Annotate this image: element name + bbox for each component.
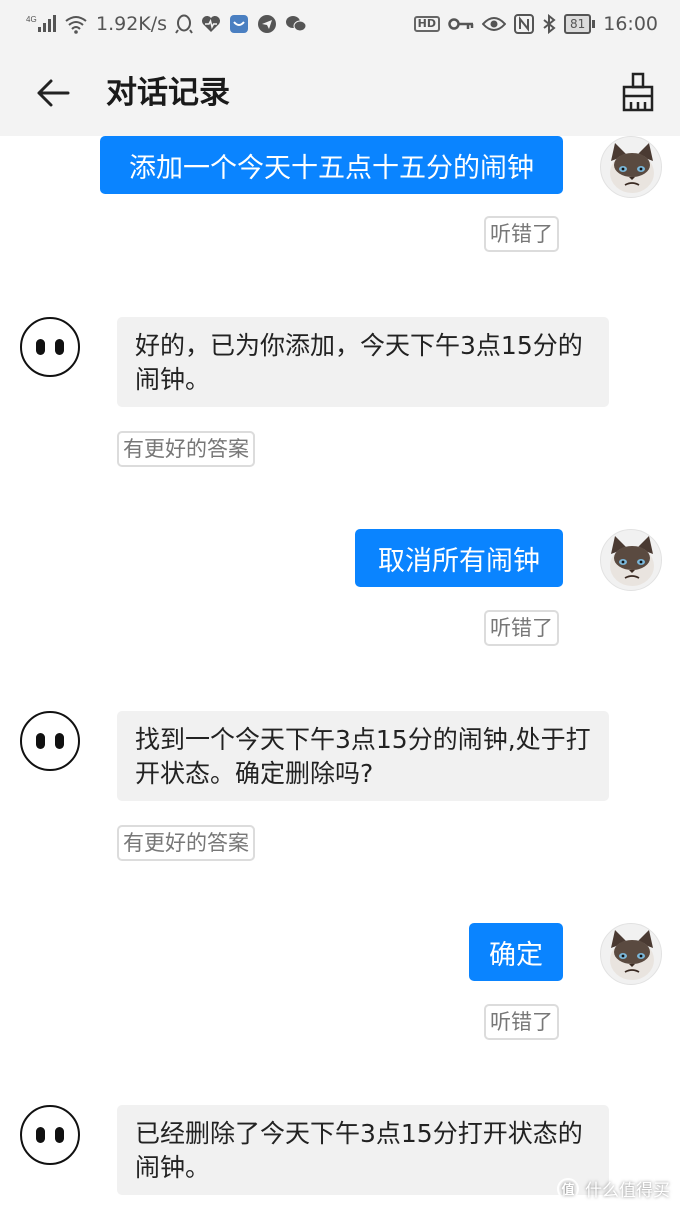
- wechat-icon: [285, 14, 307, 34]
- back-button[interactable]: [30, 70, 76, 116]
- user-avatar[interactable]: [600, 923, 662, 985]
- arrow-left-icon: [37, 79, 70, 107]
- battery-icon: 81: [563, 14, 596, 34]
- clock: 16:00: [603, 13, 658, 35]
- app-icon: [229, 14, 249, 34]
- battery-level: 81: [563, 14, 592, 34]
- assistant-message: 好的，已为你添加，今天下午3点15分的闹钟。: [117, 317, 609, 407]
- key-icon: [448, 17, 474, 31]
- feedback-better-answer-button[interactable]: 有更好的答案: [117, 431, 255, 467]
- status-bar-left: 4G 1.92K/s: [26, 13, 307, 35]
- feedback-misheard-button[interactable]: 听错了: [484, 216, 559, 252]
- feedback-misheard-button[interactable]: 听错了: [484, 610, 559, 646]
- heart-icon: [201, 15, 221, 33]
- watermark: 值 什么值得买: [557, 1176, 670, 1201]
- status-bar-right: HD 81 16:00: [413, 13, 658, 35]
- clear-history-button[interactable]: [618, 68, 658, 116]
- assistant-avatar: [20, 1105, 80, 1165]
- signal-icon: 4G: [26, 14, 56, 34]
- user-message[interactable]: 取消所有闹钟: [355, 529, 563, 587]
- assistant-message: 找到一个今天下午3点15分的闹钟,处于打开状态。确定删除吗?: [117, 711, 609, 801]
- status-bar: 4G 1.92K/s HD 81 16:00: [0, 0, 680, 48]
- user-message[interactable]: 确定: [469, 923, 563, 981]
- nfc-icon: [513, 14, 534, 34]
- broom-icon: [622, 72, 654, 112]
- cat-avatar-icon: [610, 930, 654, 980]
- hd-icon: HD: [413, 16, 440, 32]
- assistant-avatar: [20, 711, 80, 771]
- chat-history[interactable]: 添加一个今天十五点十五分的闹钟 听错了 好的，已为你添加，今天下午3点15分的闹…: [0, 136, 680, 1209]
- wifi-icon: [64, 14, 88, 34]
- net-speed: 1.92K/s: [96, 13, 168, 35]
- user-message[interactable]: 添加一个今天十五点十五分的闹钟: [100, 136, 563, 194]
- user-avatar[interactable]: [600, 529, 662, 591]
- feedback-misheard-button[interactable]: 听错了: [484, 1004, 559, 1040]
- cat-avatar-icon: [610, 143, 654, 193]
- assistant-avatar: [20, 317, 80, 377]
- cat-avatar-icon: [610, 536, 654, 586]
- signal-label: 4G: [26, 15, 37, 24]
- qq-icon: [175, 14, 193, 34]
- assistant-message: 已经删除了今天下午3点15分打开状态的闹钟。: [117, 1105, 609, 1195]
- feedback-better-answer-button[interactable]: 有更好的答案: [117, 825, 255, 861]
- app-bar: 对话记录: [0, 48, 680, 136]
- eye-icon: [481, 16, 506, 32]
- user-avatar[interactable]: [600, 136, 662, 198]
- page-title: 对话记录: [106, 75, 230, 111]
- telegram-icon: [257, 14, 277, 34]
- watermark-logo: 值: [557, 1177, 579, 1200]
- watermark-text: 什么值得买: [585, 1181, 670, 1201]
- bluetooth-icon: [542, 14, 556, 34]
